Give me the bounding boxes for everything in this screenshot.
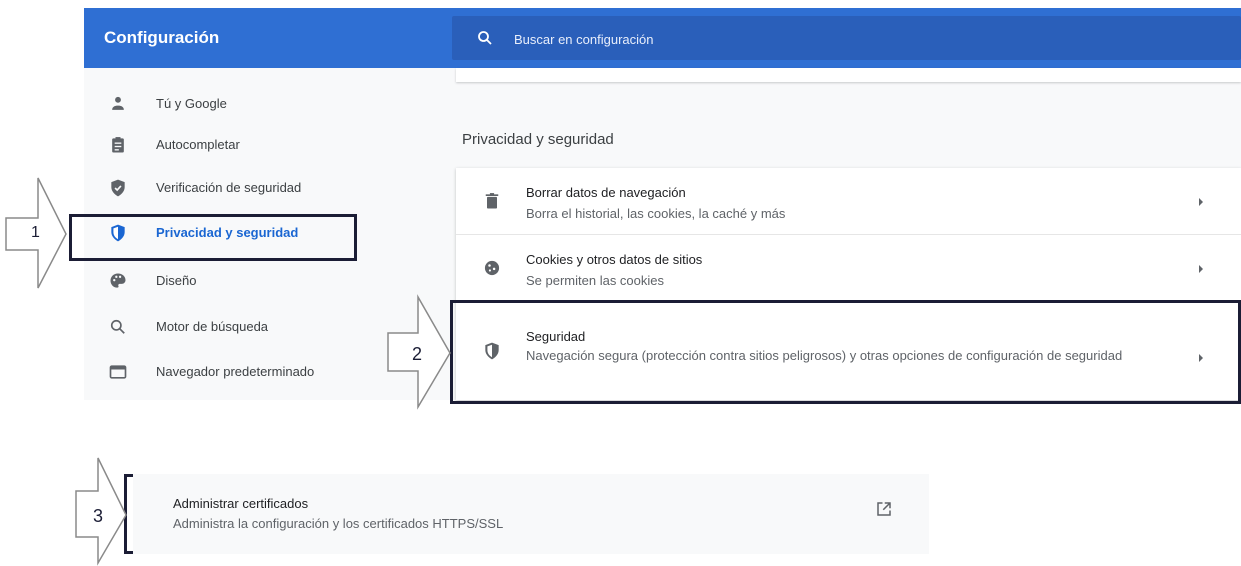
sidebar-item-label: Navegador predeterminado (156, 364, 315, 379)
row-cookies[interactable]: Cookies y otros datos de sitios Se permi… (456, 234, 1241, 301)
search-input[interactable] (512, 28, 1016, 50)
search-icon (110, 319, 125, 334)
sidebar-item-label: Tú y Google (156, 96, 227, 111)
callout-number-1: 1 (31, 224, 40, 241)
sidebar-item-autocompletar[interactable]: Autocompletar (84, 127, 374, 163)
row-subtitle: Se permiten las cookies (526, 273, 665, 288)
sidebar-item-diseno[interactable]: Diseño (84, 263, 374, 299)
sidebar-item-label: Diseño (156, 273, 197, 288)
sidebar-item-tu-y-google[interactable]: Tú y Google (84, 86, 374, 122)
app-title: Configuración (104, 28, 220, 47)
sidebar-item-motor-busqueda[interactable]: Motor de búsqueda (84, 309, 374, 345)
open-external-icon[interactable] (875, 500, 893, 518)
highlight-box-privacidad (69, 214, 357, 261)
callout-number-3: 3 (93, 506, 104, 526)
highlight-box-seguridad (450, 300, 1241, 404)
search-box[interactable] (452, 16, 1241, 60)
sidebar-item-label: Autocompletar (156, 137, 240, 152)
palette-icon (110, 273, 126, 288)
row-title: Administrar certificados (173, 496, 309, 511)
chevron-right-icon (1199, 265, 1203, 273)
cookie-icon (484, 260, 500, 276)
previous-card (456, 68, 1241, 82)
section-title: Privacidad y seguridad (462, 131, 614, 148)
search-icon (478, 31, 492, 45)
browser-window-icon (109, 365, 127, 379)
chevron-right-icon (1199, 198, 1203, 206)
sidebar-item-verificacion-seguridad[interactable]: Verificación de seguridad (84, 170, 374, 206)
sidebar-item-label: Verificación de seguridad (156, 180, 302, 195)
row-subtitle: Administra la configuración y los certif… (173, 516, 504, 531)
header-bar: Configuración (84, 8, 1241, 68)
row-title: Cookies y otros datos de sitios (526, 252, 703, 267)
row-borrar-datos[interactable]: Borrar datos de navegación Borra el hist… (456, 168, 1241, 234)
sidebar-item-navegador-predeterminado[interactable]: Navegador predeterminado (84, 354, 374, 390)
sidebar-item-label: Motor de búsqueda (156, 319, 269, 334)
shield-check-icon (111, 179, 125, 197)
callout-number-2: 2 (412, 344, 423, 364)
trash-icon (485, 193, 499, 209)
clipboard-icon (112, 137, 124, 153)
row-subtitle: Borra el historial, las cookies, la cach… (526, 206, 786, 221)
row-title: Borrar datos de navegación (526, 185, 686, 200)
row-administrar-certificados[interactable]: Administrar certificados Administra la c… (133, 474, 929, 554)
person-icon (112, 96, 124, 110)
